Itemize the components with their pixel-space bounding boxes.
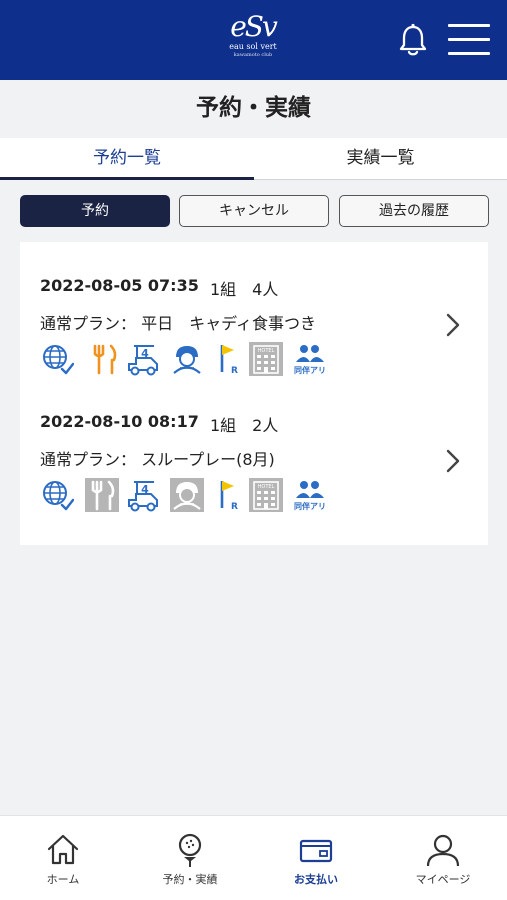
caddie-icon xyxy=(170,478,204,512)
reservation-item[interactable]: 2022-08-10 08:17 1組 2人 通常プラン： スループレー(8月) xyxy=(20,412,488,542)
chevron-right-icon[interactable] xyxy=(444,448,462,474)
web-booking-icon xyxy=(43,345,74,375)
nav-mypage[interactable]: マイページ xyxy=(380,816,506,900)
notification-bell-icon[interactable] xyxy=(396,22,430,58)
hotel-icon: HOTEL xyxy=(249,342,283,376)
meal-icon xyxy=(93,344,117,375)
bottom-nav: ホーム 予約・実績 お支払い マイページ xyxy=(0,815,507,900)
page-title: 予約・実績 xyxy=(0,80,507,138)
nav-mypage-label: マイページ xyxy=(415,873,471,886)
svg-text:R: R xyxy=(231,502,238,512)
filter-cancel-button[interactable]: キャンセル xyxy=(179,195,329,227)
nav-home-label: ホーム xyxy=(46,873,80,886)
tab-history[interactable]: 実績一覧 xyxy=(254,138,507,180)
web-booking-icon xyxy=(43,481,74,511)
home-icon xyxy=(47,834,79,865)
svg-text:R: R xyxy=(231,366,238,376)
four-seat-cart-icon: 4 xyxy=(128,481,158,512)
reservation-group-size: 1組 4人 xyxy=(210,280,279,299)
caddie-icon xyxy=(173,346,201,374)
brand-logo[interactable]: eSv eau sol vert kawamoto club xyxy=(213,12,293,68)
companion-icon: 同伴アリ xyxy=(294,481,326,511)
nav-reservations-label: 予約・実績 xyxy=(162,873,218,886)
reservation-datetime: 2022-08-05 07:35 xyxy=(40,276,199,295)
golf-ball-tee-icon xyxy=(178,833,202,867)
reservation-item[interactable]: 2022-08-05 07:35 1組 4人 通常プラン： 平日 キャディ食事つ… xyxy=(20,276,488,406)
nav-reservations[interactable]: 予約・実績 xyxy=(127,816,253,900)
svg-text:4: 4 xyxy=(141,483,149,496)
regular-tee-icon: R xyxy=(220,481,238,512)
svg-text:4: 4 xyxy=(141,347,149,360)
meal-icon xyxy=(85,478,119,512)
filter-reservations-button[interactable]: 予約 xyxy=(20,195,170,227)
four-seat-cart-icon: 4 xyxy=(128,345,158,376)
logo-name: eau sol vert xyxy=(229,42,277,51)
logo-subtitle: kawamoto club xyxy=(233,52,273,58)
nav-payment-label: お支払い xyxy=(294,873,338,886)
tab-bar: 予約一覧 実績一覧 xyxy=(0,138,507,180)
reservation-plan: 通常プラン： 平日 キャディ食事つき xyxy=(40,314,316,333)
chevron-right-icon[interactable] xyxy=(444,312,462,338)
regular-tee-icon: R xyxy=(220,345,238,376)
tab-reservations[interactable]: 予約一覧 xyxy=(0,138,254,180)
reservation-datetime: 2022-08-10 08:17 xyxy=(40,412,199,431)
filter-past-history-button[interactable]: 過去の履歴 xyxy=(339,195,489,227)
svg-text:HOTEL: HOTEL xyxy=(258,348,275,354)
companion-icon: 同伴アリ xyxy=(294,345,326,375)
svg-text:同伴アリ: 同伴アリ xyxy=(294,501,326,511)
nav-home[interactable]: ホーム xyxy=(0,816,126,900)
reservation-group-size: 1組 2人 xyxy=(210,416,279,435)
logo-mark: eSv xyxy=(230,10,278,43)
app-header: eSv eau sol vert kawamoto club xyxy=(0,0,507,80)
reservation-plan: 通常プラン： スループレー(8月) xyxy=(40,450,275,469)
svg-text:同伴アリ: 同伴アリ xyxy=(294,365,326,375)
menu-icon[interactable] xyxy=(448,24,490,56)
card-icon xyxy=(299,839,333,863)
reservation-list: 2022-08-05 07:35 1組 4人 通常プラン： 平日 キャディ食事つ… xyxy=(20,242,488,545)
nav-payment[interactable]: お支払い xyxy=(253,816,379,900)
person-icon xyxy=(426,834,460,867)
hotel-icon: HOTEL xyxy=(249,478,283,512)
svg-text:HOTEL: HOTEL xyxy=(258,484,275,490)
